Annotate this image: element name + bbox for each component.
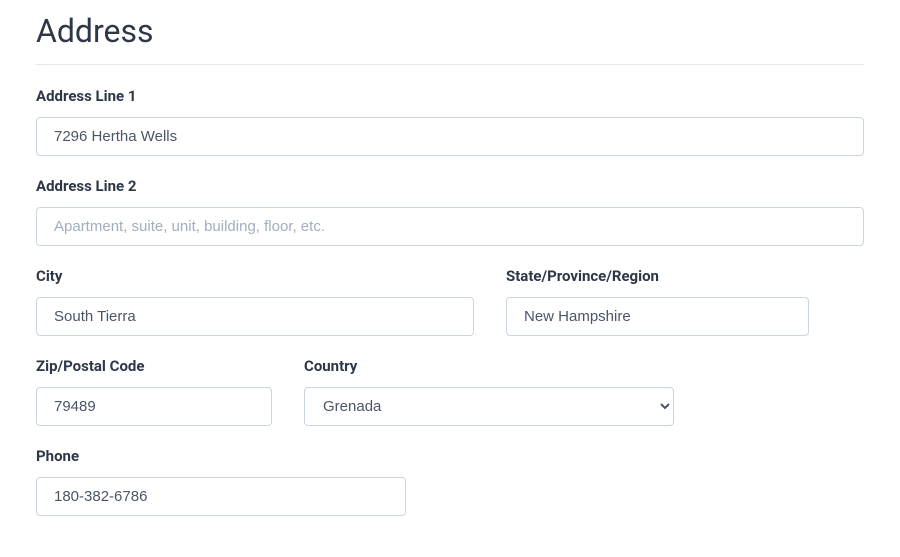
- city-group: City: [36, 267, 474, 336]
- state-label: State/Province/Region: [506, 267, 809, 285]
- address-line-2-group: Address Line 2: [36, 177, 864, 246]
- address-form-section: Address Address Line 1 Address Line 2 Ci…: [0, 0, 900, 557]
- city-label: City: [36, 267, 474, 285]
- state-group: State/Province/Region: [506, 267, 809, 336]
- country-select[interactable]: Grenada: [304, 387, 674, 426]
- phone-label: Phone: [36, 447, 406, 465]
- phone-group: Phone: [36, 447, 406, 516]
- country-label: Country: [304, 357, 674, 375]
- section-title: Address: [36, 12, 864, 50]
- zip-input[interactable]: [36, 387, 272, 426]
- address-line-2-input[interactable]: [36, 207, 864, 246]
- city-input[interactable]: [36, 297, 474, 336]
- address-line-1-label: Address Line 1: [36, 87, 864, 105]
- zip-group: Zip/Postal Code: [36, 357, 272, 426]
- zip-label: Zip/Postal Code: [36, 357, 272, 375]
- address-line-2-label: Address Line 2: [36, 177, 864, 195]
- address-line-1-group: Address Line 1: [36, 87, 864, 156]
- section-divider: [36, 64, 864, 65]
- city-state-row: City State/Province/Region: [36, 267, 864, 336]
- phone-input[interactable]: [36, 477, 406, 516]
- phone-row: Phone: [36, 447, 864, 516]
- zip-country-row: Zip/Postal Code Country Grenada: [36, 357, 864, 426]
- address-line-1-input[interactable]: [36, 117, 864, 156]
- country-group: Country Grenada: [304, 357, 674, 426]
- state-input[interactable]: [506, 297, 809, 336]
